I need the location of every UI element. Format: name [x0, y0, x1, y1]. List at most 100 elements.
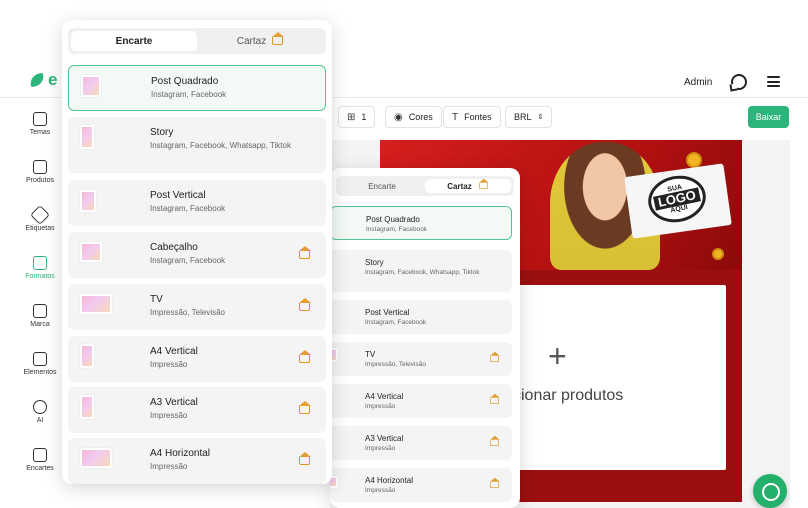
format-title: A4 Vertical: [150, 346, 198, 357]
layout-icon: [33, 256, 47, 270]
download-button[interactable]: Baixar: [748, 106, 789, 128]
whatsapp-fab-icon[interactable]: [753, 474, 787, 508]
format-item-tv[interactable]: TV Impressão, Televisão: [68, 284, 326, 330]
tab-label: Encarte: [368, 181, 396, 191]
crown-icon: [271, 32, 284, 45]
grid-icon: ⊞: [347, 111, 356, 123]
format-subtitle: Instagram, Facebook: [151, 90, 227, 99]
format-subtitle: Instagram, Facebook: [150, 256, 226, 265]
crown-icon: [489, 477, 500, 489]
format-tabs: Encarte Cartaz: [68, 28, 326, 54]
crown-icon: [298, 350, 311, 363]
tab-label: Cartaz: [447, 181, 472, 191]
format-title: TV: [365, 350, 376, 359]
sidebar-item-ai[interactable]: AI: [18, 394, 62, 438]
format-thumbnail: [80, 190, 96, 212]
format-thumbnail: [81, 75, 101, 97]
brand-logo[interactable]: e: [48, 70, 57, 90]
format-subtitle: Impressão, Televisão: [150, 308, 225, 317]
add-products-text[interactable]: cionar produtos: [513, 387, 623, 405]
tab-label: Encarte: [115, 35, 153, 47]
format-title: A3 Vertical: [150, 397, 198, 408]
format-item-post-vertical[interactable]: Post Vertical Instagram, Facebook: [68, 180, 326, 226]
sidebar-item-produtos[interactable]: Produtos: [18, 154, 62, 198]
format-item-a4-horizontal[interactable]: A4 Horizontal Impressão: [330, 468, 512, 502]
format-subtitle: Impressão: [365, 487, 396, 494]
tab-encarte[interactable]: Encarte: [339, 179, 425, 193]
sidebar: Temas Produtos Etiquetas Formatos Marca …: [18, 100, 62, 480]
menu-icon[interactable]: [767, 76, 780, 87]
crown-icon: [489, 435, 500, 447]
pages-value: 1: [361, 112, 367, 122]
fonts-button[interactable]: T Fontes: [443, 106, 501, 128]
tab-encarte[interactable]: Encarte: [71, 31, 197, 51]
palette-icon: ◉: [394, 111, 403, 123]
sidebar-item-encartes[interactable]: Encartes: [18, 442, 62, 486]
format-panel: Encarte Cartaz Post Quadrado Instagram, …: [62, 20, 332, 484]
format-item-story[interactable]: Story Instagram, Facebook, Whatsapp, Tikt…: [330, 250, 512, 292]
format-subtitle: Instagram, Facebook: [366, 226, 428, 233]
sidebar-item-formatos[interactable]: Formatos: [18, 250, 62, 294]
format-subtitle: Impressão: [150, 462, 188, 471]
format-item-story[interactable]: Story Instagram, Facebook, Whatsapp, Tik…: [68, 117, 326, 173]
format-item-post-vertical[interactable]: Post Vertical Instagram, Facebook: [330, 300, 512, 334]
crown-icon: [298, 452, 311, 465]
format-thumbnail: [80, 242, 102, 262]
format-tabs: Encarte Cartaz: [336, 176, 514, 196]
user-name[interactable]: Admin: [684, 77, 712, 88]
format-subtitle: Instagram, Facebook: [365, 319, 427, 326]
format-title: Story: [365, 258, 384, 267]
crown-icon: [298, 401, 311, 414]
sidebar-item-elementos[interactable]: Elementos: [18, 346, 62, 390]
format-item-a3-vertical[interactable]: A3 Vertical Impressão: [68, 387, 326, 433]
plus-icon[interactable]: +: [548, 340, 567, 372]
crown-icon: [298, 246, 311, 259]
building-icon: [33, 304, 47, 318]
coin-icon: [712, 248, 724, 260]
shapes-icon: [33, 352, 47, 366]
tab-cartaz[interactable]: Cartaz: [197, 31, 323, 51]
format-item-a4-horizontal[interactable]: A4 Horizontal Impressão: [68, 438, 326, 484]
grid-icon: [33, 448, 47, 462]
tab-cartaz[interactable]: Cartaz: [425, 178, 511, 193]
colors-label: Cores: [408, 112, 433, 122]
format-item-tv[interactable]: TV Impressão, Televisão: [330, 342, 512, 376]
format-item-a4-vertical[interactable]: A4 Vertical Impressão: [68, 336, 326, 382]
format-item-post-quadrado[interactable]: Post Quadrado Instagram, Facebook: [330, 206, 512, 240]
crown-icon: [489, 351, 500, 363]
format-thumbnail: [80, 344, 94, 368]
format-item-post-quadrado[interactable]: Post Quadrado Instagram, Facebook: [68, 65, 326, 111]
format-title: Post Vertical: [150, 190, 206, 201]
tag-icon: [30, 205, 50, 225]
sidebar-item-etiquetas[interactable]: Etiquetas: [18, 202, 62, 246]
format-subtitle: Impressão: [150, 411, 188, 420]
format-item-cabecalho[interactable]: Cabeçalho Instagram, Facebook: [68, 232, 326, 278]
colors-button[interactable]: ◉ Cores: [385, 106, 442, 128]
sidebar-item-temas[interactable]: Temas: [18, 106, 62, 150]
cart-icon: [33, 160, 47, 174]
format-title: TV: [150, 294, 163, 305]
format-title: A4 Horizontal: [365, 476, 414, 485]
pages-control[interactable]: ⊞ 1: [338, 106, 376, 128]
format-subtitle: Instagram, Facebook, Whatsapp, Tiktok: [365, 269, 480, 276]
format-panel-secondary: Encarte Cartaz Post Quadrado Instagram, F…: [330, 168, 520, 508]
format-title: A4 Vertical: [365, 392, 404, 401]
app-stage: { "app": {"brand_letter": "e", "user": "…: [0, 0, 808, 508]
sidebar-item-label: Formatos: [25, 273, 55, 280]
currency-select[interactable]: BRL ⇕: [505, 106, 553, 128]
chevron-updown-icon: ⇕: [537, 114, 544, 121]
crown-icon: [298, 298, 311, 311]
format-subtitle: Impressão: [365, 403, 396, 410]
format-title: Post Quadrado: [151, 76, 219, 87]
whatsapp-icon[interactable]: [731, 74, 747, 90]
format-subtitle: Impressão, Televisão: [365, 361, 426, 368]
format-item-a3-vertical[interactable]: A3 Vertical Impressão: [330, 426, 512, 460]
fonts-label: Fontes: [464, 112, 492, 122]
format-subtitle: Impressão: [365, 445, 396, 452]
text-icon: T: [452, 111, 459, 123]
sidebar-item-marca[interactable]: Marca: [18, 298, 62, 342]
format-title: Story: [150, 127, 174, 138]
format-title: Cabeçalho: [150, 242, 198, 253]
format-thumbnail: [80, 448, 112, 468]
format-item-a4-vertical[interactable]: A4 Vertical Impressão: [330, 384, 512, 418]
